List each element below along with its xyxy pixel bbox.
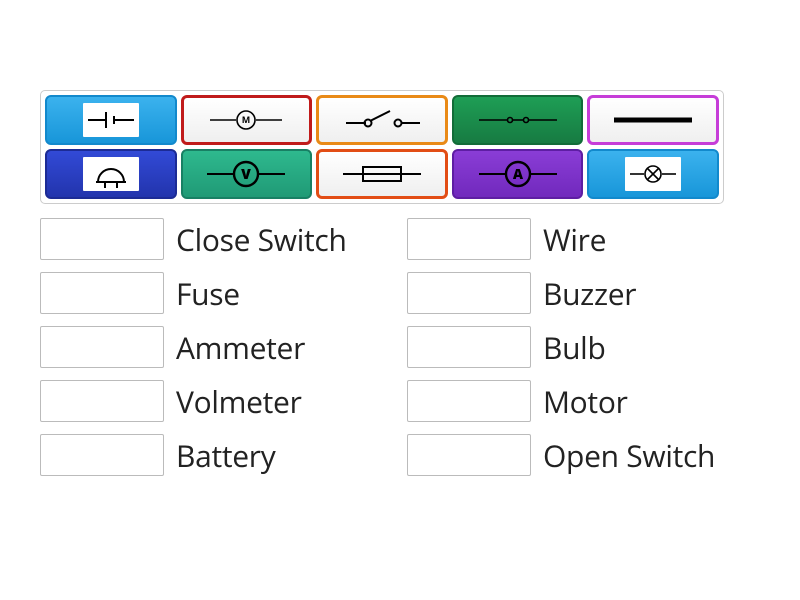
voltmeter-tile[interactable]: V <box>181 149 313 199</box>
ammeter-slot[interactable] <box>40 326 164 368</box>
answer-label: Fuse <box>176 273 240 314</box>
battery-tile[interactable] <box>45 95 177 145</box>
svg-text:V: V <box>242 165 252 184</box>
answer-label: Bulb <box>543 327 606 368</box>
answer-label: Open Switch <box>543 435 715 476</box>
answer-row: Wire <box>407 218 764 260</box>
answer-row: Open Switch <box>407 434 764 476</box>
tile-tray: M <box>40 90 724 204</box>
wire-slot[interactable] <box>407 218 531 260</box>
answer-label: Wire <box>543 219 606 260</box>
buzzer-tile[interactable] <box>45 149 177 199</box>
answer-label: Ammeter <box>176 327 305 368</box>
answer-row: Battery <box>40 434 397 476</box>
buzzer-slot[interactable] <box>407 272 531 314</box>
close-switch-icon <box>473 110 563 130</box>
answer-row: Buzzer <box>407 272 764 314</box>
answer-row: Motor <box>407 380 764 422</box>
buzzer-icon <box>83 157 139 191</box>
open-switch-icon <box>340 107 424 133</box>
answer-row: Close Switch <box>40 218 397 260</box>
motor-slot[interactable] <box>407 380 531 422</box>
answer-label: Battery <box>176 435 275 476</box>
answer-label: Volmeter <box>176 381 302 422</box>
answer-row: Ammeter <box>40 326 397 368</box>
open-switch-slot[interactable] <box>407 434 531 476</box>
fuse-slot[interactable] <box>40 272 164 314</box>
ammeter-tile[interactable]: A <box>452 149 584 199</box>
voltmeter-icon: V <box>201 159 291 189</box>
close-switch-tile[interactable] <box>452 95 584 145</box>
answer-row: Volmeter <box>40 380 397 422</box>
voltmeter-slot[interactable] <box>40 380 164 422</box>
wire-icon <box>608 115 698 125</box>
open-switch-tile[interactable] <box>316 95 448 145</box>
svg-text:M: M <box>242 113 251 126</box>
answer-row: Fuse <box>40 272 397 314</box>
answers-grid: Close Switch Wire Fuse Buzzer Ammeter Bu… <box>40 218 764 476</box>
wire-tile[interactable] <box>587 95 719 145</box>
stage: M <box>0 0 800 476</box>
fuse-icon <box>337 162 427 186</box>
fuse-tile[interactable] <box>316 149 448 199</box>
svg-text:A: A <box>513 165 524 184</box>
battery-icon <box>83 103 139 137</box>
answer-label: Buzzer <box>543 273 636 314</box>
ammeter-icon: A <box>473 159 563 189</box>
bulb-tile[interactable] <box>587 149 719 199</box>
motor-icon: M <box>206 108 286 132</box>
bulb-slot[interactable] <box>407 326 531 368</box>
bulb-icon <box>625 157 681 191</box>
battery-slot[interactable] <box>40 434 164 476</box>
answer-label: Close Switch <box>176 219 347 260</box>
answer-label: Motor <box>543 381 628 422</box>
close-switch-slot[interactable] <box>40 218 164 260</box>
motor-tile[interactable]: M <box>181 95 313 145</box>
answer-row: Bulb <box>407 326 764 368</box>
